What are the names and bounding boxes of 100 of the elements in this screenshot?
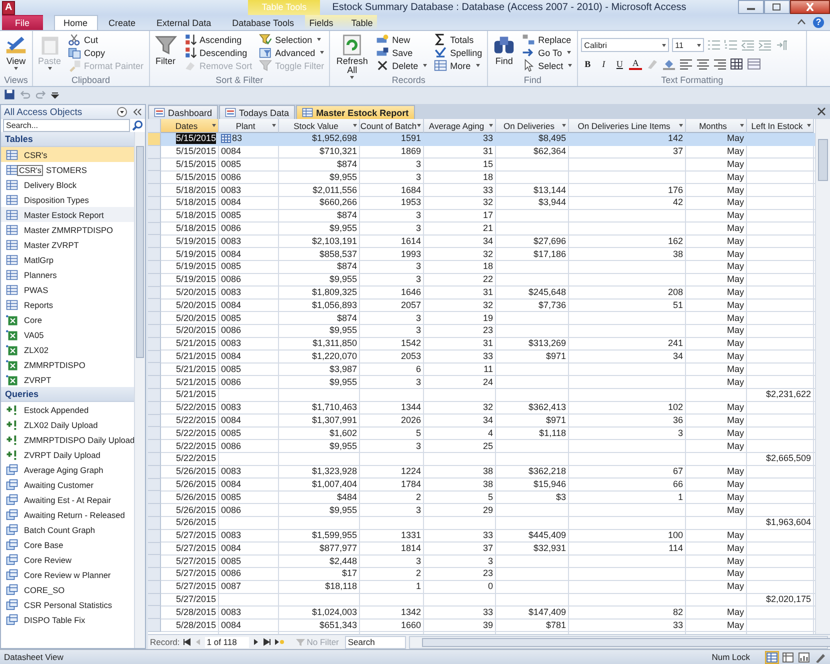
row-selector[interactable]: [148, 260, 161, 274]
row-selector[interactable]: [148, 606, 161, 620]
navigation-item[interactable]: Estock Appended: [1, 402, 134, 417]
navigation-item[interactable]: MatlGrp: [1, 252, 134, 267]
align-left-icon[interactable]: [679, 58, 694, 70]
navigation-item[interactable]: Disposition Types: [1, 192, 134, 207]
search-field[interactable]: Search...: [3, 119, 130, 132]
pivot-table-icon[interactable]: [782, 652, 794, 662]
navigation-item[interactable]: Core Base: [1, 537, 134, 552]
row-selector[interactable]: [148, 274, 161, 287]
record-position-field[interactable]: 1 of 118: [204, 636, 249, 648]
column-header[interactable]: Plant: [219, 119, 279, 133]
row-selector[interactable]: [148, 146, 161, 159]
last-record-icon[interactable]: [262, 638, 271, 646]
row-selector[interactable]: [148, 350, 161, 364]
next-record-icon[interactable]: [252, 638, 260, 646]
navigation-item[interactable]: CORE_SO: [1, 582, 134, 597]
navigation-item[interactable]: Core Review w Planner: [1, 567, 134, 582]
row-selector[interactable]: [148, 196, 161, 210]
section-header[interactable]: Queries: [1, 387, 134, 402]
design-view-icon[interactable]: [814, 652, 826, 662]
row-selector[interactable]: [148, 248, 161, 261]
navigation-item[interactable]: PWAS: [1, 282, 134, 297]
ribbon-tab[interactable]: External Data: [146, 15, 222, 30]
navigation-item[interactable]: CSR's: [1, 147, 134, 162]
font-name-dropdown[interactable]: Calibri: [581, 38, 670, 52]
vertical-scrollbar[interactable]: [134, 132, 145, 648]
navigation-item[interactable]: ZLX02 Daily Upload: [1, 417, 134, 432]
decrease-indent-icon[interactable]: [741, 39, 756, 51]
navigation-item[interactable]: ZLX02: [1, 342, 134, 357]
navigation-item[interactable]: Batch Count Graph: [1, 522, 134, 537]
row-selector[interactable]: [148, 388, 161, 402]
ribbon-button[interactable]: Ascending: [182, 33, 254, 46]
section-header[interactable]: Tables: [1, 132, 134, 147]
ribbon-button[interactable]: Delete: [374, 59, 430, 72]
ribbon-button[interactable]: Totals: [432, 33, 484, 46]
customize-toolbar-icon[interactable]: [51, 90, 59, 98]
ribbon-tab[interactable]: Create: [98, 15, 146, 30]
numbered-list-icon[interactable]: [724, 39, 738, 51]
row-selector[interactable]: [148, 594, 161, 606]
row-selector[interactable]: [148, 555, 161, 568]
search-icon[interactable]: [132, 120, 143, 131]
row-selector[interactable]: [148, 542, 161, 556]
navigation-item[interactable]: Delivery Block: [1, 177, 134, 192]
row-selector[interactable]: [148, 299, 161, 312]
collapse-pane-icon[interactable]: [132, 107, 142, 117]
row-selector[interactable]: [148, 530, 161, 542]
row-selector[interactable]: [148, 235, 161, 248]
minimize-ribbon-icon[interactable]: [797, 18, 806, 27]
underline-button[interactable]: U: [613, 57, 626, 70]
row-selector[interactable]: [148, 466, 161, 479]
row-selector[interactable]: [148, 427, 161, 440]
ribbon-button[interactable]: Advanced: [257, 46, 326, 59]
document-tab[interactable]: Master Estock Report: [296, 105, 415, 119]
row-selector[interactable]: [148, 363, 161, 376]
ribbon-button[interactable]: Filter: [152, 33, 179, 67]
ribbon-button[interactable]: Selection: [257, 33, 326, 46]
horizontal-scrollbar[interactable]: [408, 636, 828, 648]
row-selector[interactable]: [148, 491, 161, 504]
document-tab[interactable]: Dashboard: [148, 105, 218, 119]
navigation-item[interactable]: ZMMRPTDISPO Daily Upload: [1, 432, 134, 447]
ribbon-button[interactable]: Copy: [66, 46, 146, 59]
navigation-item[interactable]: ZVRPT: [1, 372, 134, 387]
minimize-button[interactable]: [738, 0, 764, 14]
ribbon-button[interactable]: View: [3, 33, 29, 71]
ribbon-button[interactable]: Replace: [520, 33, 574, 46]
gridlines-icon[interactable]: [730, 58, 744, 70]
column-header[interactable]: On Deliveries Line Items: [569, 119, 686, 133]
row-selector[interactable]: [148, 171, 161, 184]
highlight-icon[interactable]: [645, 58, 660, 70]
document-tab[interactable]: Todays Data: [219, 105, 296, 119]
navigation-item[interactable]: VA05: [1, 327, 134, 342]
ribbon-button[interactable]: More: [432, 59, 484, 72]
row-selector[interactable]: [148, 504, 161, 517]
navigation-item[interactable]: ZMMRPTDISPO: [1, 357, 134, 372]
align-center-icon[interactable]: [696, 58, 710, 70]
ribbon-button[interactable]: Refresh All: [333, 33, 372, 80]
navigation-item[interactable]: CSR's STOMERS: [1, 162, 134, 177]
vertical-scrollbar[interactable]: [815, 119, 830, 634]
row-selector[interactable]: [148, 580, 161, 594]
navigation-item[interactable]: Reports: [1, 297, 134, 312]
navigation-item[interactable]: Average Aging Graph: [1, 462, 134, 477]
datasheet-view-icon[interactable]: [766, 652, 778, 662]
ribbon-tab[interactable]: Home: [54, 15, 98, 30]
close-button[interactable]: [790, 0, 830, 14]
row-selector[interactable]: [148, 376, 161, 389]
column-header[interactable]: Average Aging: [424, 119, 496, 133]
first-record-icon[interactable]: [182, 638, 191, 646]
navigation-item[interactable]: Master ZMMRPTDISPO: [1, 222, 134, 237]
ribbon-button[interactable]: Select: [520, 59, 574, 72]
increase-indent-icon[interactable]: [758, 39, 772, 51]
navigation-item[interactable]: Core: [1, 312, 134, 327]
ribbon-button[interactable]: Go To: [520, 46, 574, 59]
dropdown-icon[interactable]: [117, 107, 127, 117]
close-icon[interactable]: [817, 107, 826, 116]
row-selector[interactable]: [148, 402, 161, 415]
navigation-item[interactable]: Awaiting Customer: [1, 477, 134, 492]
select-all-corner[interactable]: [148, 119, 161, 133]
fill-color-icon[interactable]: [662, 58, 676, 70]
navigation-item[interactable]: Master ZVRPT: [1, 237, 134, 252]
